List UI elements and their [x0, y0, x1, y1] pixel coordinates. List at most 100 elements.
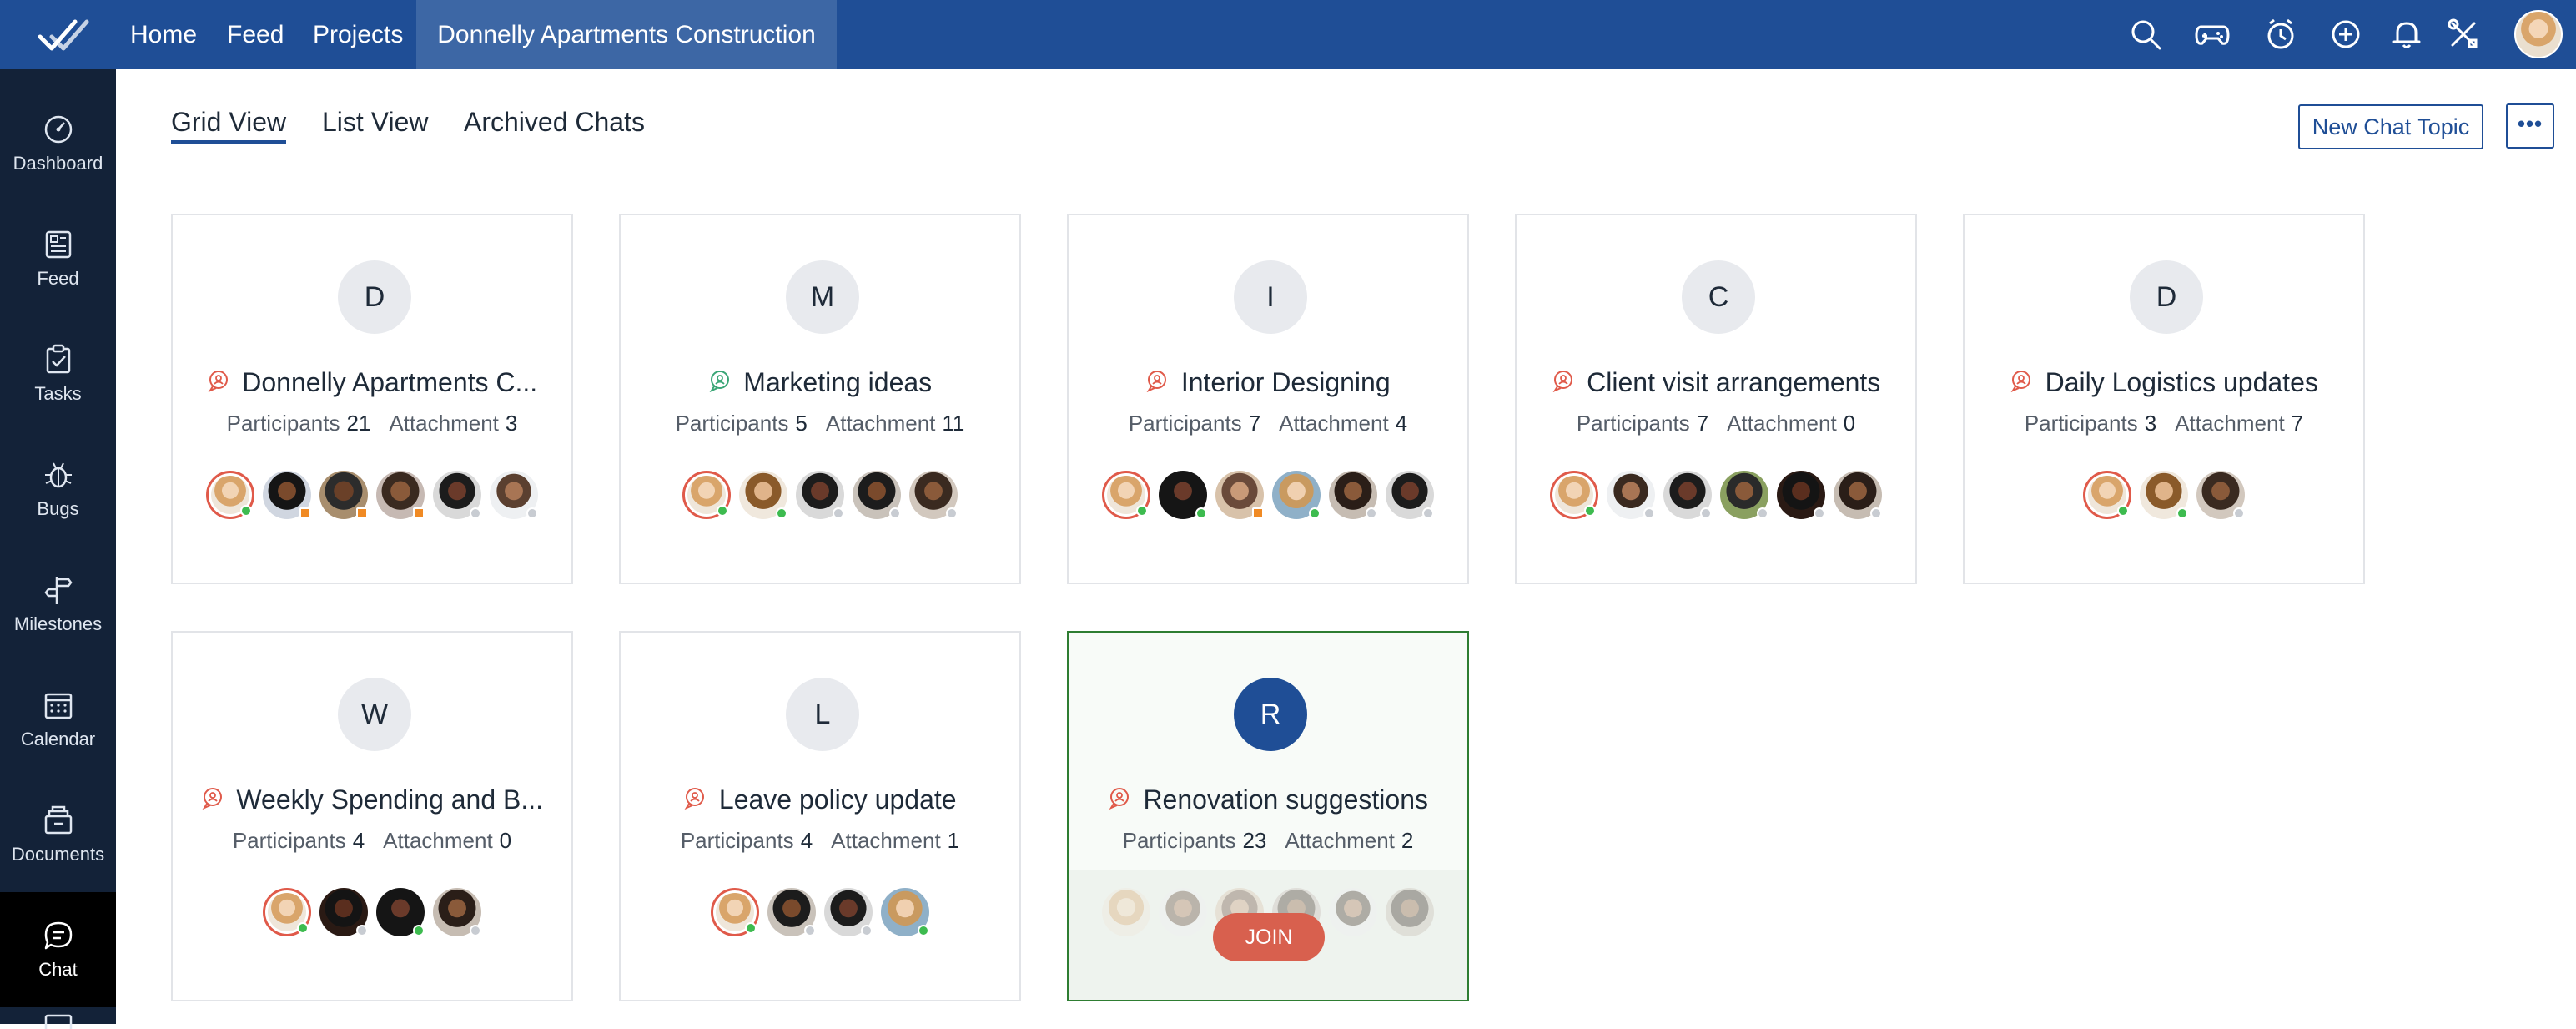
- avatar[interactable]: [1272, 471, 1321, 519]
- sidebar-item-calendar[interactable]: Calendar: [0, 662, 116, 777]
- avatar[interactable]: [376, 888, 425, 936]
- participant-avatars: [1965, 471, 2363, 522]
- chat-title: Renovation suggestions: [1143, 784, 1428, 815]
- avatar[interactable]: [1607, 471, 1655, 519]
- sidebar-item-label: Tasks: [34, 383, 82, 404]
- milestone-icon: [43, 577, 73, 604]
- avatar[interactable]: [376, 471, 425, 519]
- avatar[interactable]: [433, 471, 481, 519]
- avatar[interactable]: [1159, 471, 1207, 519]
- timer-icon[interactable]: [2263, 17, 2298, 52]
- sidebar-item-dashboard[interactable]: Dashboard: [0, 86, 116, 201]
- nav-feed-link[interactable]: Feed: [227, 0, 284, 69]
- avatar[interactable]: [909, 471, 958, 519]
- participants-label: Participants: [1576, 411, 1690, 436]
- avatar[interactable]: [2140, 471, 2188, 519]
- sidebar-item-tasks[interactable]: Tasks: [0, 316, 116, 431]
- avatar[interactable]: [2083, 471, 2131, 519]
- app-logo-icon[interactable]: [38, 17, 92, 53]
- chat-stats: Participants 21 Attachment 3: [173, 411, 571, 436]
- avatar: [1102, 888, 1150, 936]
- search-icon[interactable]: [2128, 17, 2163, 52]
- participant-avatars: [1069, 471, 1467, 522]
- gamepad-icon[interactable]: [2195, 17, 2230, 52]
- attachment-label: Attachment: [1727, 411, 1837, 436]
- avatar[interactable]: [263, 471, 311, 519]
- avatar[interactable]: [796, 471, 844, 519]
- avatar[interactable]: [1386, 471, 1434, 519]
- add-icon[interactable]: [2328, 17, 2363, 52]
- join-button[interactable]: JOIN: [1213, 913, 1325, 961]
- chat-stats: Participants 7 Attachment 0: [1517, 411, 1915, 436]
- chat-card[interactable]: D Daily Logistics updates Participants 3 A…: [1963, 214, 2365, 584]
- nav-home-link[interactable]: Home: [130, 0, 197, 69]
- avatar[interactable]: [1102, 471, 1150, 519]
- avatar[interactable]: [853, 471, 901, 519]
- participants-label: Participants: [1122, 828, 1236, 853]
- more-options-button[interactable]: •••: [2506, 103, 2554, 149]
- avatar[interactable]: [319, 888, 368, 936]
- attachment-count: 4: [1395, 411, 1408, 436]
- avatar[interactable]: [433, 888, 481, 936]
- sidebar-item-documents[interactable]: Documents: [0, 777, 116, 892]
- participant-avatars: [173, 471, 571, 522]
- sidebar-item-feed[interactable]: Feed: [0, 201, 116, 316]
- chat-card[interactable]: C Client visit arrangements Participants…: [1515, 214, 1917, 584]
- chat-initial: L: [786, 678, 859, 751]
- avatar[interactable]: [490, 471, 538, 519]
- avatar[interactable]: [1834, 471, 1882, 519]
- avatar[interactable]: [319, 471, 368, 519]
- user-avatar[interactable]: [2514, 10, 2563, 58]
- chat-card[interactable]: W Weekly Spending and B... Participants 4…: [171, 631, 573, 1001]
- avatar[interactable]: [1663, 471, 1712, 519]
- tools-icon[interactable]: [2446, 17, 2481, 52]
- sidebar-item-bugs[interactable]: Bugs: [0, 431, 116, 547]
- avatar[interactable]: [1215, 471, 1264, 519]
- participants-label: Participants: [2024, 411, 2138, 436]
- sidebar-item-milestones[interactable]: Milestones: [0, 547, 116, 662]
- chat-initial: M: [786, 260, 859, 334]
- chat-card[interactable]: I Interior Designing Participants 7 Attach…: [1067, 214, 1469, 584]
- chat-bubble-icon: [2010, 371, 2031, 392]
- chat-card[interactable]: L Leave policy update Participants 4 Attac…: [619, 631, 1021, 1001]
- chat-bubble-icon: [1552, 371, 1572, 392]
- chat-card[interactable]: M Marketing ideas Participants 5 Attachmen…: [619, 214, 1021, 584]
- chat-title: Client visit arrangements: [1587, 367, 1881, 397]
- avatar[interactable]: [767, 888, 816, 936]
- chat-bubble-icon: [202, 788, 222, 810]
- avatar[interactable]: [711, 888, 759, 936]
- participant-avatars: [173, 888, 571, 940]
- tab-grid-view[interactable]: Grid View: [171, 107, 287, 144]
- chat-card-joinable[interactable]: R Renovation suggestions Participants 23 A…: [1067, 631, 1469, 1001]
- avatar[interactable]: [881, 888, 929, 936]
- avatar[interactable]: [1777, 471, 1825, 519]
- sidebar-item-label: Milestones: [13, 613, 103, 634]
- avatar[interactable]: [206, 471, 254, 519]
- sidebar-item-chat[interactable]: Chat: [0, 892, 116, 1007]
- calendar-icon: [44, 693, 72, 719]
- avatar[interactable]: [263, 888, 311, 936]
- tab-archived-chats[interactable]: Archived Chats: [464, 107, 645, 144]
- nav-projects-link[interactable]: Projects: [313, 0, 403, 69]
- avatar[interactable]: [1329, 471, 1377, 519]
- avatar[interactable]: [739, 471, 787, 519]
- more-sidebar-icon[interactable]: [42, 1012, 75, 1029]
- active-project-tab[interactable]: Donnelly Apartments Construction: [416, 0, 837, 69]
- avatar[interactable]: [1720, 471, 1768, 519]
- participant-avatars: [621, 888, 1019, 940]
- avatar[interactable]: [1550, 471, 1598, 519]
- avatar[interactable]: [824, 888, 873, 936]
- tab-list-view[interactable]: List View: [322, 107, 428, 144]
- sidebar-item-label: Calendar: [20, 729, 96, 749]
- avatar: [1329, 888, 1377, 936]
- avatar[interactable]: [2196, 471, 2245, 519]
- sidebar: Dashboard Feed Tasks Bugs Milestones Cal…: [0, 69, 116, 1029]
- feed-icon: [45, 230, 71, 259]
- bell-icon[interactable]: [2389, 17, 2424, 52]
- sidebar-item-label: Dashboard: [13, 153, 103, 174]
- chat-card[interactable]: D Donnelly Apartments C... Participants 2…: [171, 214, 573, 584]
- avatar[interactable]: [682, 471, 731, 519]
- participants-count: 7: [1248, 411, 1261, 436]
- attachment-label: Attachment: [1279, 411, 1389, 436]
- new-chat-topic-button[interactable]: New Chat Topic: [2298, 104, 2483, 149]
